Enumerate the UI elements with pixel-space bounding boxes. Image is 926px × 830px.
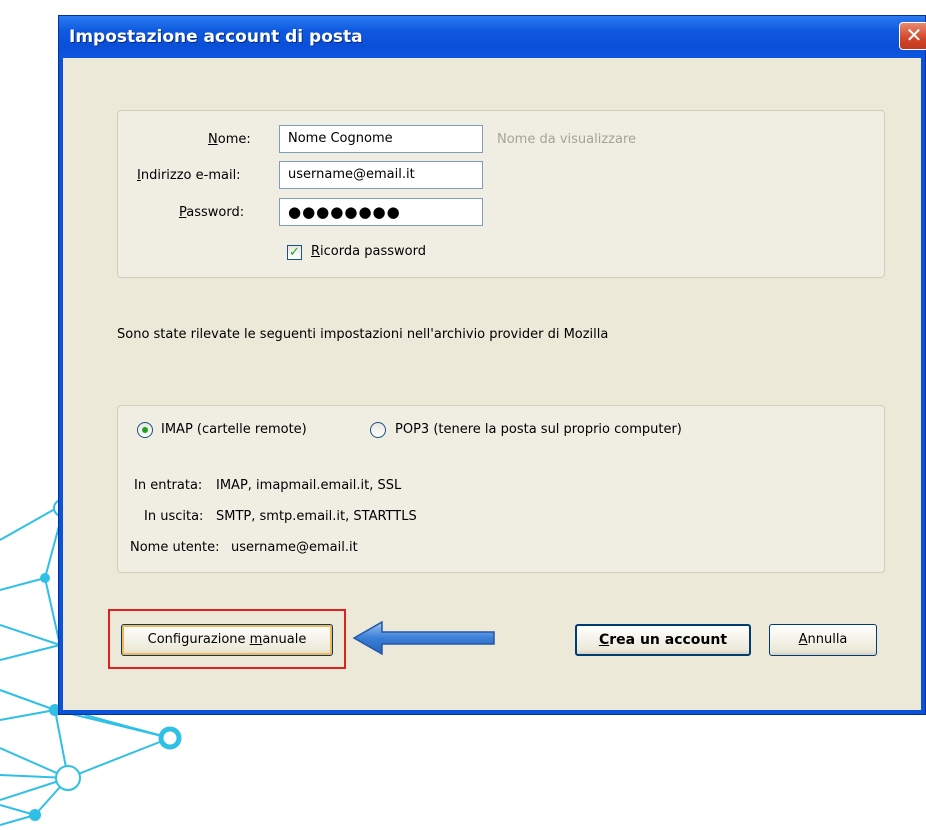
title-bar[interactable]: Impostazione account di posta ✕ [59, 16, 926, 58]
incoming-label: In entrata: [134, 478, 203, 493]
email-label: Indirizzo e-mail: [137, 168, 241, 183]
name-field[interactable]: Nome Cognome [279, 125, 483, 153]
detected-settings-message: Sono state rilevate le seguenti impostaz… [117, 327, 609, 342]
highlight-box [108, 609, 346, 669]
remember-password-checkbox[interactable]: ✓ [287, 245, 302, 260]
dialog-title: Impostazione account di posta [69, 27, 363, 47]
email-field[interactable]: username@email.it [279, 161, 483, 189]
remember-password-label[interactable]: Ricorda password [311, 244, 426, 259]
password-label: Password: [179, 205, 245, 220]
imap-label[interactable]: IMAP (cartelle remote) [161, 422, 307, 437]
password-field[interactable]: ●●●●●●●● [279, 198, 483, 226]
incoming-value: IMAP, imapmail.email.it, SSL [216, 478, 402, 493]
outgoing-value: SMTP, smtp.email.it, STARTTLS [216, 509, 417, 524]
name-label: Nome: [208, 132, 251, 147]
create-account-button[interactable]: Crea un account [575, 624, 751, 656]
pointer-arrow-icon [352, 620, 495, 656]
username-label: Nome utente: [130, 540, 220, 555]
outgoing-label: In uscita: [144, 509, 204, 524]
close-button[interactable]: ✕ [899, 22, 926, 50]
pop3-label[interactable]: POP3 (tenere la posta sul proprio comput… [395, 422, 682, 437]
name-hint: Nome da visualizzare [497, 132, 637, 147]
imap-radio[interactable] [137, 422, 153, 438]
cancel-button[interactable]: Annulla [769, 624, 877, 656]
pop3-radio[interactable] [370, 422, 386, 438]
username-value: username@email.it [231, 540, 358, 555]
